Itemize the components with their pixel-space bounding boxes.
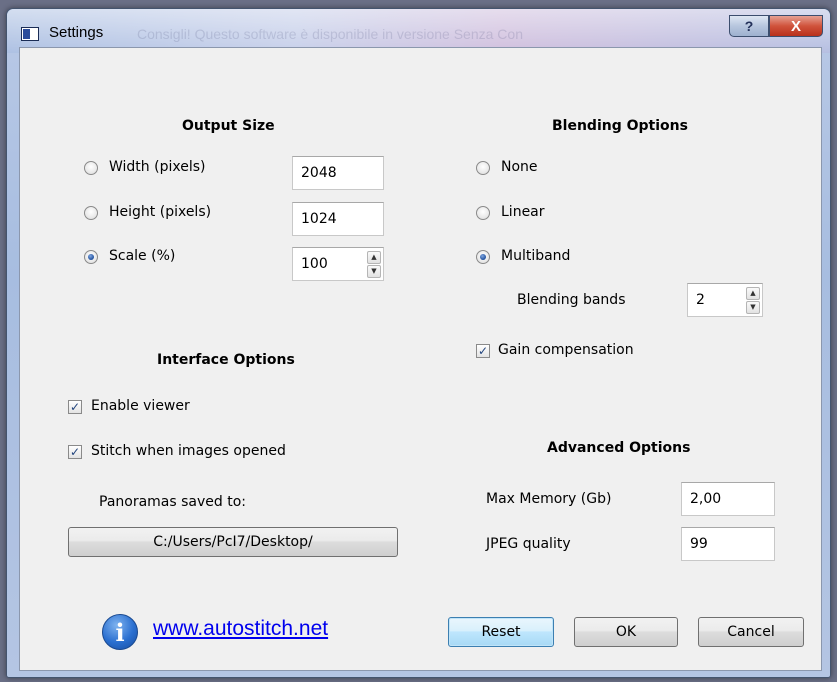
window-title: Settings bbox=[49, 24, 104, 41]
blend-linear-radio[interactable] bbox=[476, 206, 490, 220]
max-memory-input[interactable]: 2,00 bbox=[681, 482, 775, 516]
enable-viewer-label: Enable viewer bbox=[91, 398, 190, 414]
spin-down-icon[interactable]: ▼ bbox=[746, 301, 760, 314]
jpeg-quality-input[interactable]: 99 bbox=[681, 527, 775, 561]
blending-bands-label: Blending bands bbox=[517, 292, 626, 308]
spin-up-icon[interactable]: ▲ bbox=[367, 251, 381, 264]
blend-none-label: None bbox=[501, 159, 538, 175]
info-icon: i bbox=[102, 614, 138, 650]
spin-up-icon[interactable]: ▲ bbox=[746, 287, 760, 300]
blending-options-heading: Blending Options bbox=[552, 118, 688, 134]
bands-spin-arrows: ▲ ▼ bbox=[746, 287, 760, 314]
enable-viewer-checkbox[interactable]: ✓ bbox=[68, 400, 82, 414]
reset-button[interactable]: Reset bbox=[448, 617, 554, 647]
scale-value: 100 bbox=[301, 256, 328, 272]
blend-multiband-label: Multiband bbox=[501, 248, 571, 264]
gain-compensation-label: Gain compensation bbox=[498, 342, 634, 358]
max-memory-label: Max Memory (Gb) bbox=[486, 491, 612, 507]
background-window-title: Consigli! Questo software è disponibile … bbox=[137, 26, 523, 42]
settings-window: Settings Consigli! Questo software è dis… bbox=[6, 8, 831, 678]
output-folder-button[interactable]: C:/Users/PcI7/Desktop/ bbox=[68, 527, 398, 557]
panoramas-saved-to-label: Panoramas saved to: bbox=[99, 494, 247, 510]
blend-multiband-radio[interactable] bbox=[476, 250, 490, 264]
scale-spin-arrows: ▲ ▼ bbox=[367, 251, 381, 278]
scale-spinbox[interactable]: 100 ▲ ▼ bbox=[292, 247, 384, 281]
jpeg-quality-label: JPEG quality bbox=[486, 536, 571, 552]
help-button[interactable]: ? bbox=[729, 15, 769, 37]
height-input[interactable]: 1024 bbox=[292, 202, 384, 236]
scale-radio[interactable] bbox=[84, 250, 98, 264]
close-button[interactable]: X bbox=[769, 15, 823, 37]
blend-linear-label: Linear bbox=[501, 204, 545, 220]
width-input[interactable]: 2048 bbox=[292, 156, 384, 190]
scale-label: Scale (%) bbox=[109, 248, 176, 264]
interface-options-heading: Interface Options bbox=[157, 352, 295, 368]
stitch-when-opened-checkbox[interactable]: ✓ bbox=[68, 445, 82, 459]
cancel-button[interactable]: Cancel bbox=[698, 617, 804, 647]
blending-bands-spinbox[interactable]: 2 ▲ ▼ bbox=[687, 283, 763, 317]
app-window-icon bbox=[21, 27, 39, 41]
output-size-heading: Output Size bbox=[182, 118, 275, 134]
height-radio[interactable] bbox=[84, 206, 98, 220]
width-label: Width (pixels) bbox=[109, 159, 206, 175]
width-radio[interactable] bbox=[84, 161, 98, 175]
settings-panel: Output Size Width (pixels) 2048 Height (… bbox=[19, 47, 822, 671]
spin-down-icon[interactable]: ▼ bbox=[367, 265, 381, 278]
blending-bands-value: 2 bbox=[696, 292, 705, 308]
gain-compensation-checkbox[interactable]: ✓ bbox=[476, 344, 490, 358]
advanced-options-heading: Advanced Options bbox=[547, 440, 691, 456]
ok-button[interactable]: OK bbox=[574, 617, 678, 647]
stitch-when-opened-label: Stitch when images opened bbox=[91, 443, 286, 459]
height-label: Height (pixels) bbox=[109, 204, 212, 220]
autostitch-website-link[interactable]: www.autostitch.net bbox=[153, 617, 328, 641]
blend-none-radio[interactable] bbox=[476, 161, 490, 175]
